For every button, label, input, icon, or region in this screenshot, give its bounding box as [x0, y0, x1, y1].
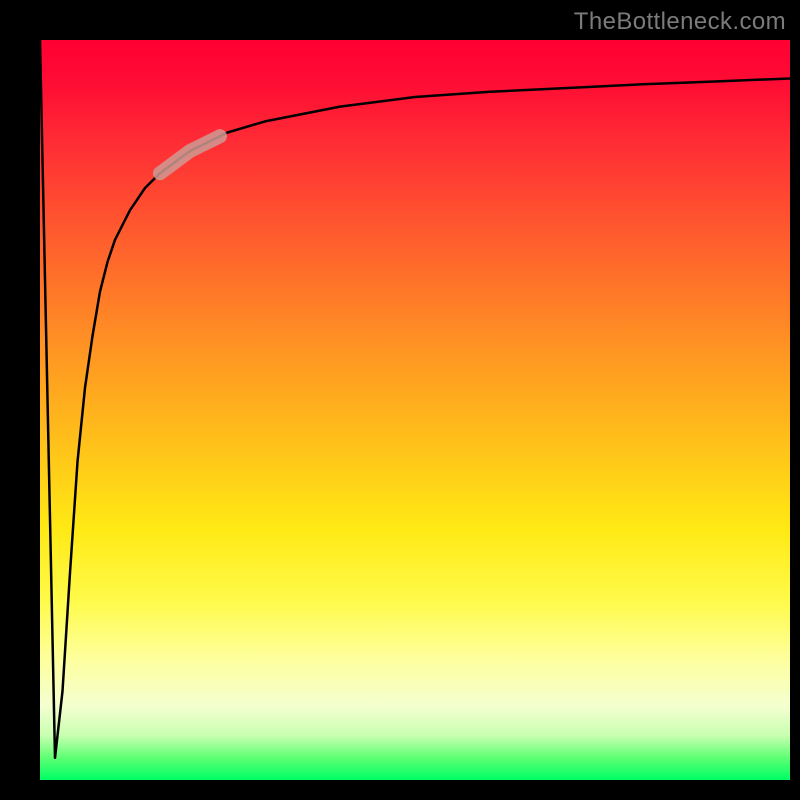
watermark-label: TheBottleneck.com: [574, 8, 786, 36]
bottleneck-curve: [40, 40, 790, 758]
curve-layer: [40, 40, 790, 780]
chart-frame: TheBottleneck.com: [0, 0, 800, 800]
highlight-segment: [160, 136, 220, 173]
